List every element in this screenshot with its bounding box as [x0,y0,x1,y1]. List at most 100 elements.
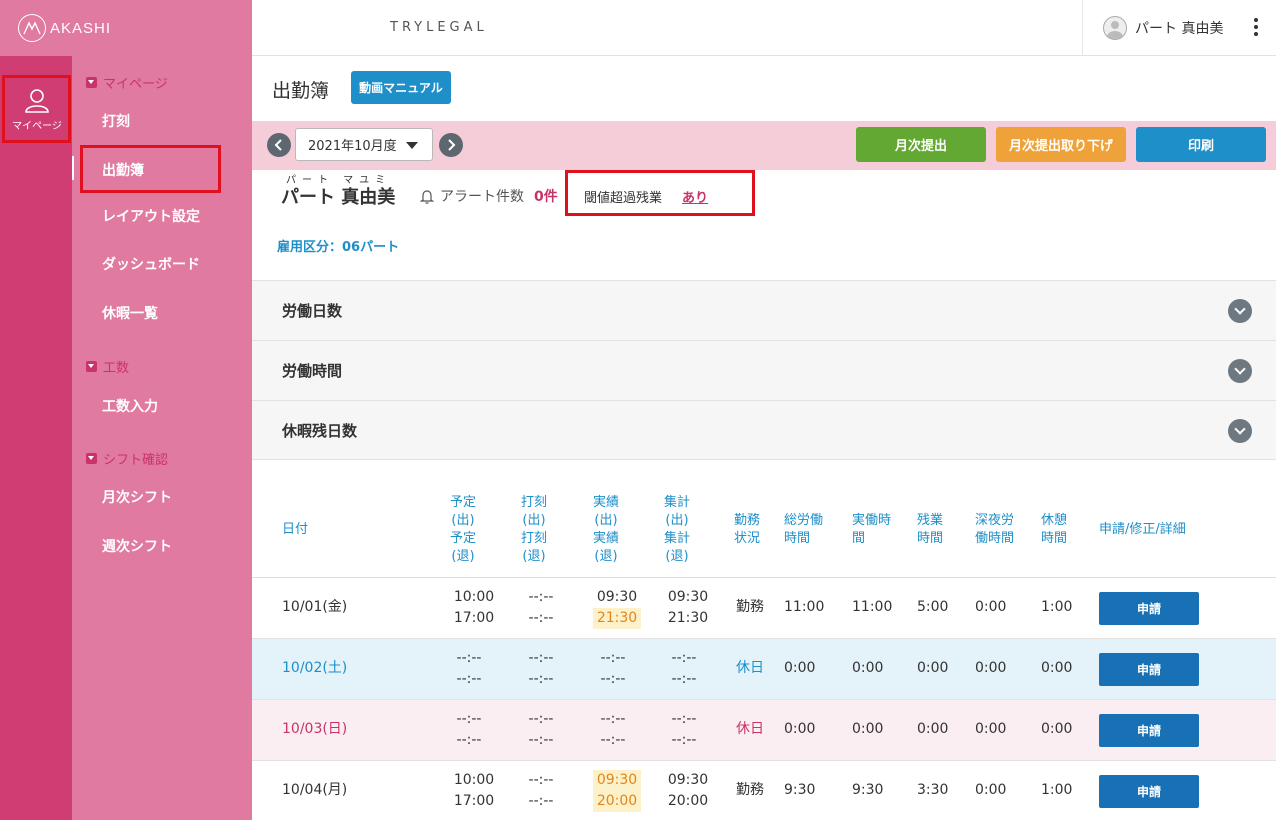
user-name: パート 真由美 [1135,21,1224,37]
cell-status: 休日 [736,660,764,676]
sidebar-item-dashboard[interactable]: ダッシュボード [102,254,200,274]
table-row: 10/02(土) --:-- --:-- --:-- --:-- --:-- --:-… [252,639,1276,700]
sidebar-item-layout[interactable]: レイアウト設定 [102,206,200,226]
cell-real-work: 9:30 [852,782,884,798]
cell-date: 10/04(月) [282,782,348,798]
cell-overtime: 0:00 [917,660,949,676]
apply-button[interactable]: 申請 [1099,714,1199,747]
cell-real-work: 11:00 [852,599,893,615]
cell-actual: 09:3020:00 [589,770,645,812]
period-toolbar: 2021年10月度 月次提出 月次提出取り下げ 印刷 [252,121,1276,170]
cell-totaled: 09:30 21:30 [667,589,709,626]
chevron-left-icon [274,139,282,151]
apply-button[interactable]: 申請 [1099,653,1199,686]
collapse-icon [86,361,97,372]
period-select[interactable]: 2021年10月度 [295,128,433,161]
cell-stamped: --:-- --:-- [528,772,554,809]
print-button[interactable]: 印刷 [1136,127,1266,162]
collapse-icon [86,77,97,88]
sidebar-section-mypage[interactable]: マイページ [86,73,168,92]
th-real-work: 実働時間 [852,513,892,546]
cell-stamped: --:-- --:-- [528,589,554,626]
avatar [1103,16,1127,40]
chevron-right-icon [448,139,456,151]
cell-late-night: 0:00 [975,599,1007,615]
caret-down-icon [406,142,418,149]
video-manual-button[interactable]: 動画マニュアル [351,71,451,104]
chevron-down-icon[interactable] [1228,419,1252,443]
panel-leave-balance[interactable]: 休暇残日数 [252,400,1276,460]
collapse-icon [86,453,97,464]
overtime-highlight: 21:30 [592,608,642,629]
cell-scheduled: 10:00 17:00 [453,589,495,626]
cell-date: 10/03(日) [282,721,348,737]
cell-stamped: --:-- --:-- [528,650,554,687]
cell-real-work: 0:00 [852,721,884,737]
cell-actual: --:-- --:-- [600,650,626,687]
period-value: 2021年10月度 [308,139,397,154]
table-row: 10/04(月) 10:00 17:00 --:-- --:-- 09:3020:0… [252,761,1276,820]
logo-mark-icon [18,14,46,42]
more-vertical-icon[interactable] [1254,18,1258,36]
next-period-button[interactable] [439,133,463,157]
attendance-table: 日付 予定 (出) 予定 (退) 打刻 (出) 打刻 (退) 実績 (出) 実績 (退) 集計 (出… [252,470,1276,820]
cell-totaled: --:-- --:-- [671,650,697,687]
cell-break: 1:00 [1041,599,1073,615]
th-status: 勤務 状況 [734,513,761,546]
cell-total-work: 11:00 [784,599,825,615]
sidebar-item-stamp[interactable]: 打刻 [102,111,130,131]
th-date: 日付 [282,522,309,537]
panel-working-hours[interactable]: 労働時間 [252,340,1276,400]
monthly-withdraw-button[interactable]: 月次提出取り下げ [996,127,1126,162]
cell-overtime: 3:30 [917,782,949,798]
cell-date: 10/02(土) [282,660,348,676]
chevron-down-icon[interactable] [1228,299,1252,323]
cell-scheduled: --:-- --:-- [456,650,482,687]
cell-total-work: 9:30 [784,782,816,798]
table-row: 10/01(金) 10:00 17:00 --:-- --:-- 09:30 21:3… [252,578,1276,639]
cell-status: 勤務 [736,599,764,615]
th-actual: 実績 (出) 実績 (退) [592,495,619,564]
cell-late-night: 0:00 [975,660,1007,676]
sidebar-item-manhour-input[interactable]: 工数入力 [102,396,158,416]
th-stamped: 打刻 (出) 打刻 (退) [520,495,547,564]
cell-status: 勤務 [736,782,764,798]
monthly-submit-button[interactable]: 月次提出 [856,127,986,162]
alert-count: アラート件数 0件 [420,186,558,206]
company-name: TRYLEGAL [390,20,488,35]
alert-count-value[interactable]: 0件 [534,186,558,206]
panel-working-days[interactable]: 労働日数 [252,280,1276,340]
sidebar-section-manhours[interactable]: 工数 [86,357,129,376]
highlight-attendance [80,145,221,193]
cell-scheduled: 10:00 17:00 [453,772,495,809]
sidebar-item-leave-list[interactable]: 休暇一覧 [102,303,158,323]
user-menu[interactable]: パート 真由美 [1082,0,1276,56]
sidebar-section-shift[interactable]: シフト確認 [86,449,168,468]
cell-status: 休日 [736,721,764,737]
alert-label: アラート件数 [440,189,524,205]
logo[interactable]: AKASHI [0,0,252,56]
th-actions: 申請/修正/詳細 [1099,522,1186,537]
highlight-rail-mypage [2,75,71,143]
cell-break: 1:00 [1041,782,1073,798]
sidebar-item-monthly-shift[interactable]: 月次シフト [102,487,172,507]
cell-overtime: 5:00 [917,599,949,615]
th-break: 休憩 時間 [1041,513,1068,546]
th-scheduled: 予定 (出) 予定 (退) [449,495,476,564]
cell-break: 0:00 [1041,660,1073,676]
apply-button[interactable]: 申請 [1099,592,1199,625]
table-row: 10/03(日) --:-- --:-- --:-- --:-- --:-- --:-… [252,700,1276,761]
highlight-threshold [565,170,755,216]
cell-date: 10/01(金) [282,599,348,615]
chevron-down-icon[interactable] [1228,359,1252,383]
cell-break: 0:00 [1041,721,1073,737]
prev-period-button[interactable] [267,133,291,157]
cell-total-work: 0:00 [784,721,816,737]
cell-actual: --:-- --:-- [600,711,626,748]
th-late-night: 深夜労 働時間 [975,513,1015,546]
cell-totaled: --:-- --:-- [671,711,697,748]
logo-text: AKASHI [50,19,112,37]
th-totaled: 集計 (出) 集計 (退) [663,495,690,564]
sidebar-item-weekly-shift[interactable]: 週次シフト [102,536,172,556]
apply-button[interactable]: 申請 [1099,775,1199,808]
